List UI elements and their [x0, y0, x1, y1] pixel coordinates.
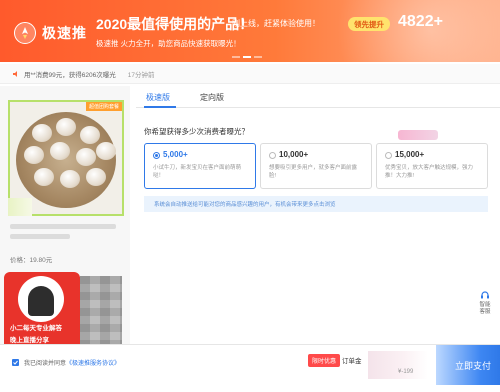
promo-banner[interactable]: 极速推 2020最值得使用的产品！ 刚上线，赶紧体验使用！ 极速推 火力全开，助… — [0, 0, 500, 62]
ticker-time: 17分钟前 — [127, 71, 155, 79]
agree-checkbox[interactable] — [12, 359, 19, 366]
dumpling — [76, 148, 96, 166]
ad-line-1: 小二每天专业解答 — [10, 325, 62, 332]
banner-title: 2020最值得使用的产品！ — [96, 16, 254, 32]
blurred-overlay — [398, 130, 438, 140]
option-desc: 小试牛刀，新发宝贝在客户面前萌萌哒！ — [153, 165, 242, 179]
rocket-logo-icon — [14, 22, 36, 44]
radio[interactable] — [385, 152, 392, 159]
qr-code-mosaic — [80, 276, 122, 348]
dumpling — [24, 146, 44, 164]
exposure-option-5000[interactable]: 5,000+ 小试牛刀，新发宝贝在客户面前萌萌哒！ — [144, 143, 256, 189]
checkout-footer: 我已阅读并同意《极速推服务协议》 限时优惠 订单金 ¥-199 立即支付 — [0, 344, 500, 392]
agreement-prefix: 我已阅读并同意 — [24, 361, 67, 367]
product-tag: 超值团购套餐 — [85, 102, 122, 111]
limited-offer-badge: 限时优惠 — [308, 354, 341, 367]
exposure-question: 你希望获得多少次消费者曝光？ — [144, 127, 249, 136]
speaker-icon — [13, 70, 17, 77]
activity-ticker: 用**消费99元，获得6206次曝光 17分钟前 — [0, 64, 500, 84]
dumpling — [86, 168, 106, 186]
dumpling — [32, 124, 52, 142]
info-notice: 系统会自动推送给可能对您的商品感兴趣的用户，有机会带来更多点击浏览 — [144, 196, 488, 212]
carousel-dot-active[interactable] — [243, 56, 251, 58]
product-title-blurred — [10, 224, 116, 229]
brand-logo: 极速推 — [14, 22, 87, 44]
dumpling — [80, 126, 100, 144]
banner-subtitle: 极速推 火力全开，助您商品快速获取曝光！ — [96, 39, 241, 48]
exposure-option-15000[interactable]: 15,000+ 优秀宝贝，放大客户触达规模，强力推！大力推! — [376, 143, 488, 189]
pay-now-button[interactable]: 立即支付 — [436, 345, 500, 385]
ad-host-figure — [28, 286, 54, 316]
active-tab-underline — [144, 106, 176, 108]
tab-targeted[interactable]: 定向版 — [200, 92, 224, 103]
mode-tabs: 极速版 定向版 — [136, 86, 500, 108]
carousel-dot[interactable] — [254, 56, 262, 58]
brand-name: 极速推 — [42, 25, 87, 41]
banner-title-tail: 刚上线，赶紧体验使用！ — [232, 19, 320, 28]
tab-express[interactable]: 极速版 — [146, 92, 170, 103]
smart-customer-service[interactable]: 智能 客服 — [474, 290, 496, 316]
discount-amount: ¥-199 — [398, 369, 414, 375]
dumpling — [50, 142, 70, 160]
ticker-text: 用**消费99元，获得6206次曝光 — [24, 71, 116, 79]
dumpling — [96, 142, 116, 160]
side-label-2: 客服 — [479, 309, 491, 315]
order-amount-label: 订单金 — [342, 358, 362, 365]
carousel-dots[interactable] — [232, 56, 262, 58]
banner-pill: 领先提升 — [348, 17, 390, 31]
dumpling — [60, 170, 80, 188]
option-value: 15,000+ — [395, 150, 425, 159]
option-value: 10,000+ — [279, 150, 309, 159]
live-stream-ad[interactable]: 小二每天专业解答 晚上直播分享 — [4, 272, 80, 350]
service-agreement-link[interactable]: 《极速推服务协议》 — [66, 361, 120, 367]
check-icon — [13, 360, 18, 365]
option-value: 5,000+ — [163, 150, 188, 159]
radio-selected[interactable] — [153, 152, 160, 159]
option-desc: 优秀宝贝，放大客户触达规模，强力推！大力推! — [385, 165, 474, 179]
product-price: 价格：19.80元 — [10, 257, 53, 264]
blurred-overlay — [8, 198, 32, 216]
exposure-option-10000[interactable]: 10,000+ 想要吸引更多用户，就多客户面前露脸! — [260, 143, 372, 189]
agreement-text: 我已阅读并同意《极速推服务协议》 — [24, 358, 120, 367]
option-desc: 想要吸引更多用户，就多客户面前露脸! — [269, 165, 358, 179]
ad-line-2: 晚上直播分享 — [10, 337, 49, 344]
banner-count: 4822+ — [398, 13, 443, 30]
banner-glow — [320, 0, 500, 62]
dumpling — [34, 168, 54, 186]
carousel-dot[interactable] — [232, 56, 240, 58]
radio[interactable] — [269, 152, 276, 159]
side-label-1: 智能 — [479, 302, 491, 308]
headset-icon — [481, 291, 489, 299]
dumpling — [56, 118, 76, 136]
product-title-blurred — [10, 234, 70, 239]
